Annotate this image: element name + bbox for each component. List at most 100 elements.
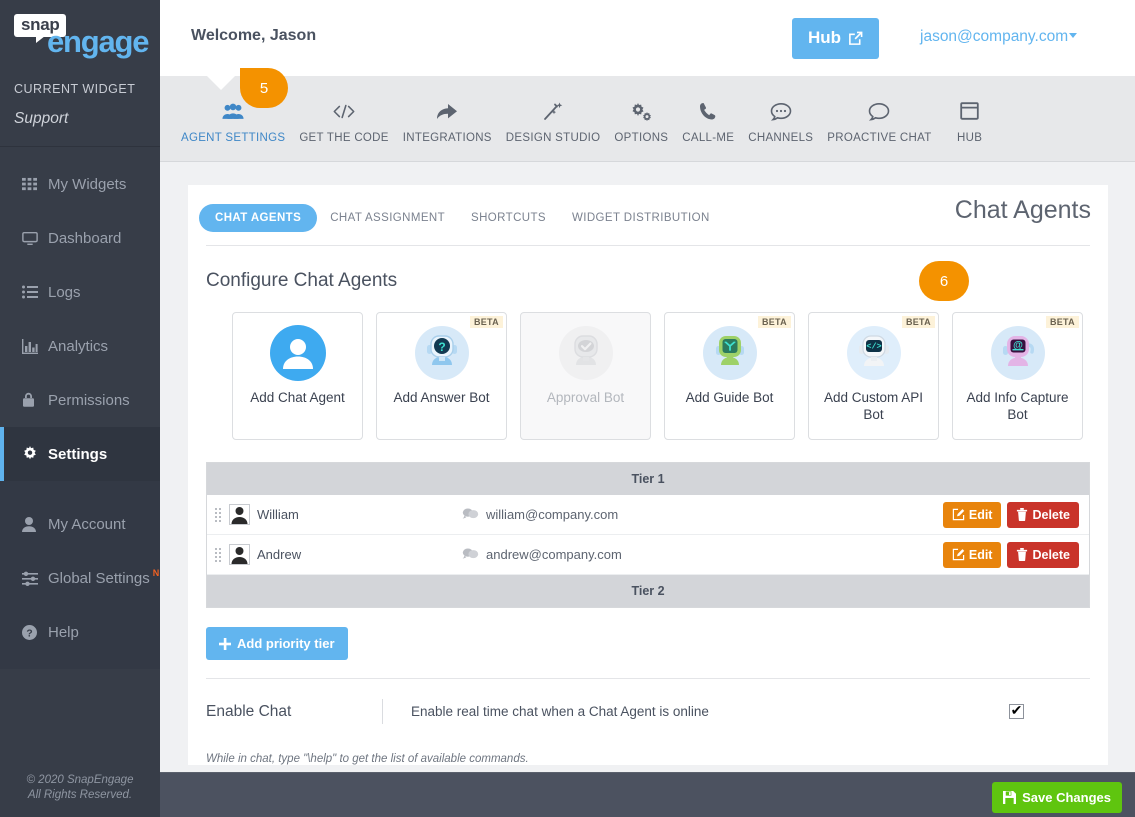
- chat-bubble-icon: [462, 547, 479, 562]
- tab-chat-assignment[interactable]: CHAT ASSIGNMENT: [317, 204, 458, 232]
- sidebar-item-my-account[interactable]: My Account: [0, 497, 160, 551]
- sidebar-label-global-settings: Global Settings: [48, 569, 150, 587]
- bot-card-row: Add Chat Agent BETA ? Add Answer Bot App…: [188, 292, 1108, 440]
- main-content: CHAT AGENTS CHAT ASSIGNMENT SHORTCUTS WI…: [160, 162, 1135, 772]
- sidebar-item-analytics[interactable]: Analytics: [0, 319, 160, 373]
- topnav-item-design-studio[interactable]: DESIGN STUDIO: [499, 98, 608, 144]
- content-card: CHAT AGENTS CHAT ASSIGNMENT SHORTCUTS WI…: [188, 185, 1108, 765]
- magic-wand-icon: [506, 98, 601, 124]
- add-custom-api-bot-label: Add Custom API Bot: [823, 390, 924, 422]
- lock-icon: [22, 392, 48, 408]
- edit-button[interactable]: Edit: [942, 501, 1002, 528]
- topnav-label-agent-settings: AGENT SETTINGS: [181, 132, 286, 144]
- list-icon: [22, 285, 48, 299]
- delete-button[interactable]: Delete: [1007, 501, 1079, 528]
- sidebar: snap engage CURRENT WIDGET Support My Wi…: [0, 0, 160, 817]
- tier-header-2: Tier 2: [207, 575, 1089, 607]
- delete-button-label: Delete: [1032, 507, 1070, 522]
- sidebar-label-settings: Settings: [48, 445, 108, 463]
- enable-chat-row: Enable Chat Enable real time chat when a…: [188, 679, 1108, 724]
- section-title: Configure Chat Agents: [206, 270, 398, 291]
- add-info-capture-bot-label: Add Info Capture Bot: [966, 390, 1069, 422]
- chevron-down-icon: [1069, 33, 1078, 39]
- help-command-footnote: While in chat, type "\help" to get the l…: [206, 753, 529, 765]
- current-widget-name[interactable]: Support: [14, 110, 160, 146]
- save-changes-button[interactable]: Save Changes: [992, 782, 1122, 813]
- user-icon: [22, 516, 48, 532]
- chat-dots-icon: [748, 98, 813, 124]
- sidebar-item-settings[interactable]: Settings: [0, 427, 160, 481]
- topnav-item-hub[interactable]: HUB: [939, 98, 1001, 144]
- table-row[interactable]: Andrew andrew@company.com Edit Delete: [207, 535, 1089, 575]
- sidebar-item-logs[interactable]: Logs: [0, 265, 160, 319]
- sidebar-item-global-settings[interactable]: Global Settings N: [0, 551, 160, 605]
- brand-logo[interactable]: snap engage: [0, 0, 160, 78]
- add-info-capture-bot-card[interactable]: BETA @ Add Info Capture Bot: [952, 312, 1083, 440]
- gear-icon: [22, 446, 48, 462]
- hub-button[interactable]: Hub: [792, 18, 880, 59]
- topnav-label-channels: CHANNELS: [748, 132, 814, 144]
- current-widget-block: CURRENT WIDGET Support: [0, 78, 160, 146]
- sidebar-label-help: Help: [48, 623, 79, 641]
- add-priority-tier-button[interactable]: Add priority tier: [206, 627, 348, 660]
- topnav-label-options: OPTIONS: [614, 132, 669, 144]
- add-chat-agent-card[interactable]: Add Chat Agent: [232, 312, 363, 440]
- tab-chat-agents[interactable]: CHAT AGENTS: [199, 203, 318, 232]
- widget-top-nav: AGENT SETTINGS GET THE CODE INTEGRATIONS…: [160, 76, 1135, 162]
- sidebar-label-analytics: Analytics: [48, 337, 109, 355]
- add-custom-api-bot-card[interactable]: BETA </> Add Custom API Bot: [808, 312, 939, 440]
- trash-icon: [1016, 548, 1028, 561]
- topnav-item-integrations[interactable]: INTEGRATIONS: [396, 98, 499, 144]
- sidebar-item-dashboard[interactable]: Dashboard: [0, 211, 160, 265]
- drag-handle[interactable]: [215, 507, 229, 522]
- drag-handle[interactable]: [215, 547, 229, 562]
- beta-tag: BETA: [1045, 316, 1079, 328]
- page-title: Chat Agents: [954, 196, 1091, 224]
- topnav-item-channels[interactable]: CHANNELS: [741, 98, 820, 144]
- topnav-item-call-me[interactable]: CALL-ME: [675, 98, 741, 144]
- edit-button[interactable]: Edit: [942, 541, 1002, 568]
- code-icon: [299, 98, 388, 124]
- table-row[interactable]: William william@company.com Edit Delete: [207, 495, 1089, 535]
- row-actions: Edit Delete: [942, 501, 1089, 528]
- approval-bot-card: Approval Bot: [520, 312, 651, 440]
- logo-engage-text: engage: [47, 24, 150, 59]
- approval-bot-icon: [558, 325, 614, 381]
- user-menu[interactable]: jason@company.com: [920, 28, 1078, 46]
- avatar: [229, 544, 250, 565]
- sidebar-item-help[interactable]: ? Help: [0, 605, 160, 659]
- add-chat-agent-label: Add Chat Agent: [250, 390, 345, 405]
- save-changes-label: Save Changes: [1022, 790, 1111, 805]
- plus-icon: [219, 637, 231, 650]
- row-actions: Edit Delete: [942, 541, 1089, 568]
- enable-chat-checkbox[interactable]: ✔: [1009, 703, 1024, 719]
- topnav-item-proactive-chat[interactable]: PROACTIVE CHAT: [820, 98, 938, 144]
- sidebar-label-permissions: Permissions: [48, 391, 130, 409]
- topnav-item-get-the-code[interactable]: GET THE CODE: [292, 98, 395, 144]
- external-link-icon: [848, 31, 863, 46]
- svg-text:</>: </>: [866, 342, 881, 352]
- topnav-label-get-the-code: GET THE CODE: [299, 132, 389, 144]
- sidebar-secondary-nav: My Account Global Settings N ? Help: [0, 481, 160, 669]
- topnav-label-proactive-chat: PROACTIVE CHAT: [827, 132, 932, 144]
- step-badge-6: 6: [919, 261, 969, 301]
- add-answer-bot-card[interactable]: BETA ? Add Answer Bot: [376, 312, 507, 440]
- tab-widget-distribution[interactable]: WIDGET DISTRIBUTION: [559, 204, 723, 232]
- svg-text:?: ?: [438, 340, 445, 354]
- tab-shortcuts[interactable]: SHORTCUTS: [458, 204, 559, 232]
- sidebar-item-permissions[interactable]: Permissions: [0, 373, 160, 427]
- sidebar-footer: © 2020 SnapEngage All Rights Reserved.: [0, 773, 160, 803]
- agent-email-cell: william@company.com: [462, 507, 618, 522]
- sidebar-item-my-widgets[interactable]: My Widgets: [0, 157, 160, 211]
- monitor-icon: [22, 231, 48, 246]
- topnav-item-options[interactable]: OPTIONS: [607, 98, 675, 144]
- add-priority-tier-label: Add priority tier: [237, 636, 335, 651]
- top-nav-items: AGENT SETTINGS GET THE CODE INTEGRATIONS…: [160, 76, 1135, 144]
- bottom-action-bar: Save Changes: [160, 772, 1135, 817]
- tier-table: Tier 1 William william@company.com Edit …: [206, 462, 1090, 608]
- delete-button[interactable]: Delete: [1007, 541, 1079, 568]
- agent-email: andrew@company.com: [486, 547, 622, 562]
- sidebar-label-my-account: My Account: [48, 515, 126, 533]
- add-guide-bot-label: Add Guide Bot: [685, 390, 774, 405]
- add-guide-bot-card[interactable]: BETA Add Guide Bot: [664, 312, 795, 440]
